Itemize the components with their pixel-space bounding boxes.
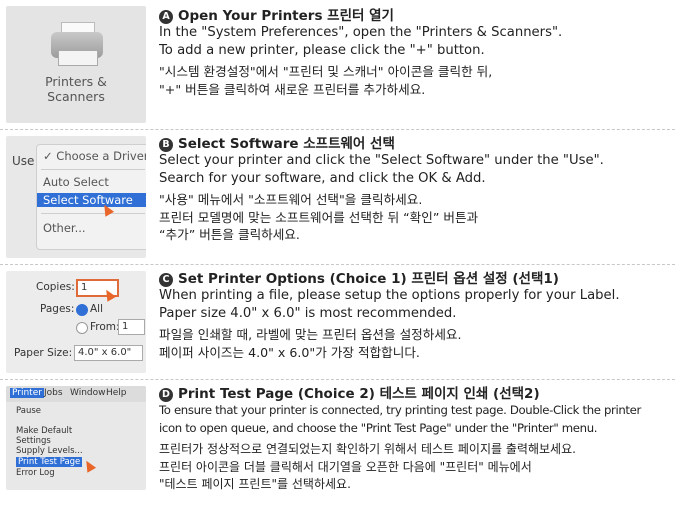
cursor-icon — [81, 458, 97, 473]
use-label: Use — [12, 154, 35, 168]
menu-item-error-log: Error Log — [16, 468, 55, 478]
step-a-row: Printers & Scanners A Open Your Printers … — [0, 0, 675, 130]
paper-size-select: 4.0" x 6.0" — [74, 345, 143, 361]
from-field: 1 — [118, 319, 145, 335]
printer-options-picture: Copies: 1 Pages: All From: 1 Paper Size:… — [6, 271, 146, 373]
printers-scanners-label: Printers & Scanners — [45, 74, 107, 104]
driver-menu: ✓ Choose a Driver Auto Select Select Sof… — [36, 144, 146, 250]
menu-item-choose-driver: ✓ Choose a Driver — [43, 149, 146, 163]
menu-divider — [41, 213, 145, 214]
step-b-row: Use ✓ Choose a Driver Auto Select Select… — [0, 130, 675, 265]
menu-help: Help — [106, 388, 127, 398]
step-c-text: C Set Printer Options (Choice 1) 프린터 옵션 설… — [159, 271, 669, 361]
pages-label: Pages: — [40, 303, 75, 315]
instructions-document: Printers & Scanners A Open Your Printers … — [0, 0, 675, 532]
printer-menu-picture: Printer Jobs Window Help Pause Make Defa… — [6, 386, 146, 490]
copies-label: Copies: — [36, 281, 75, 293]
step-d-row: Printer Jobs Window Help Pause Make Defa… — [0, 380, 675, 530]
menu-divider — [41, 169, 145, 170]
step-a-badge: A — [159, 10, 173, 24]
step-c-english: When printing a file, please setup the o… — [159, 288, 620, 321]
menu-item-supply-levels: Supply Levels... — [16, 446, 83, 456]
step-b-text: B Select Software 소프트웨어 선택 Select your pr… — [159, 136, 669, 244]
step-a-korean: "시스템 환경설정"에서 "프린터 및 스캐너" 아이콘을 클릭한 뒤, "+"… — [159, 64, 493, 97]
select-software-picture: Use ✓ Choose a Driver Auto Select Select… — [6, 136, 146, 258]
all-radio — [76, 304, 88, 316]
step-a-text: A Open Your Printers 프린터 열기 In the "Syste… — [159, 8, 669, 98]
step-d-korean: 프린터가 정상적으로 연결되었는지 확인하기 위해서 테스트 페이지를 출력해보… — [159, 442, 576, 491]
step-d-english: To ensure that your printer is connected… — [159, 403, 641, 435]
step-a-english: In the "System Preferences", open the "P… — [159, 25, 563, 58]
step-d-title: D Print Test Page (Choice 2) 테스트 페이지 인쇄 (… — [159, 386, 669, 402]
step-d-badge: D — [159, 388, 173, 402]
menu-printer: Printer — [10, 388, 44, 398]
step-a-title: A Open Your Printers 프린터 열기 — [159, 8, 669, 24]
all-label: All — [90, 303, 104, 315]
menu-item-make-default: Make Default — [16, 426, 73, 436]
step-d-text: D Print Test Page (Choice 2) 테스트 페이지 인쇄 (… — [159, 386, 669, 494]
step-b-korean: "사용" 메뉴에서 "소프트웨어 선택"을 클릭하세요. 프린터 모델명에 맞는… — [159, 192, 479, 242]
menu-item-auto-select: Auto Select — [43, 175, 109, 189]
menu-item-print-test-page: Print Test Page — [16, 457, 83, 467]
paper-size-label: Paper Size: — [14, 347, 73, 359]
menu-window: Window — [70, 388, 106, 398]
from-label: From: — [90, 321, 120, 333]
menu-item-settings: Settings — [16, 436, 51, 446]
step-c-title: C Set Printer Options (Choice 1) 프린터 옵션 설… — [159, 271, 669, 287]
step-c-row: Copies: 1 Pages: All From: 1 Paper Size:… — [0, 265, 675, 380]
step-c-korean: 파일을 인쇄할 때, 라벨에 맞는 프린터 옵션을 설정하세요. 페이퍼 사이즈… — [159, 327, 462, 360]
menu-bar: Printer Jobs Window Help — [6, 386, 146, 402]
menu-item-pause: Pause — [16, 406, 41, 416]
printer-tray-shape — [58, 50, 98, 66]
from-radio — [76, 322, 88, 334]
step-b-english: Select your printer and click the "Selec… — [159, 153, 604, 186]
step-b-title: B Select Software 소프트웨어 선택 — [159, 136, 669, 152]
menu-item-other: Other... — [43, 221, 86, 235]
menu-jobs: Jobs — [44, 388, 63, 398]
menu-item-select-software: Select Software — [37, 193, 146, 207]
printers-scanners-picture: Printers & Scanners — [6, 6, 146, 123]
step-c-badge: C — [159, 273, 173, 287]
step-b-badge: B — [159, 138, 173, 152]
